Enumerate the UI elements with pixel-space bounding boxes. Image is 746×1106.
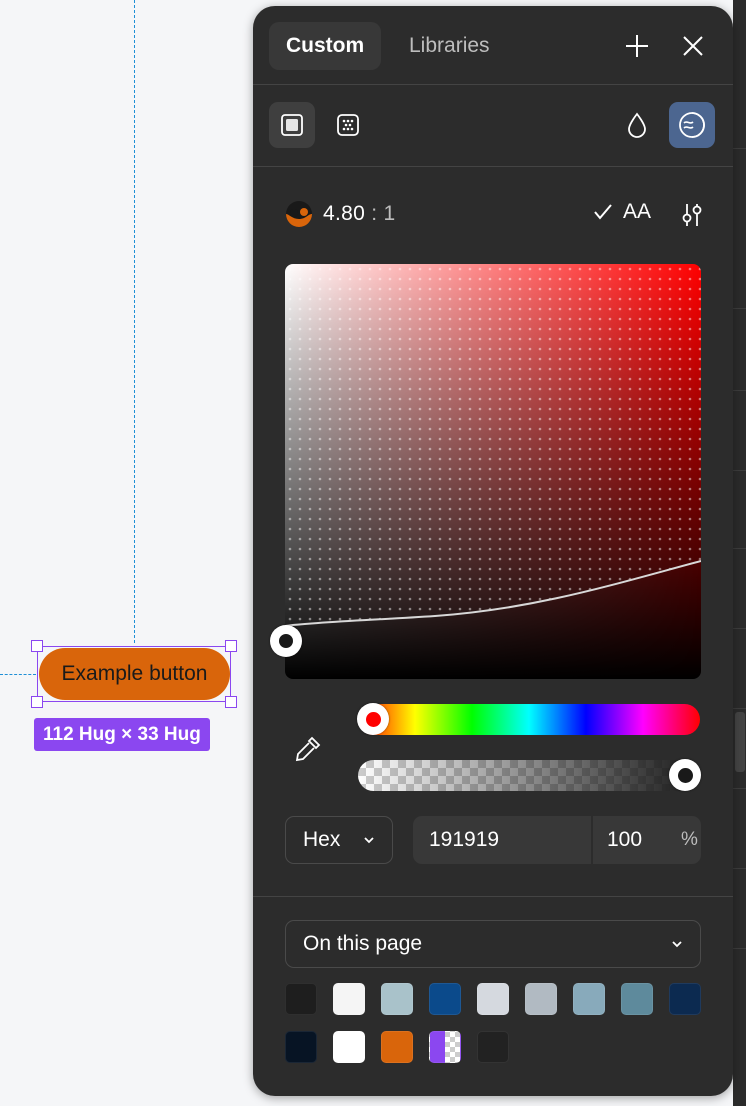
- color-mode-button[interactable]: [614, 102, 660, 148]
- color-swatch[interactable]: [477, 983, 509, 1015]
- color-swatch[interactable]: [429, 983, 461, 1015]
- resize-handle-bottom-left[interactable]: [31, 696, 43, 708]
- chevron-down-icon: [672, 941, 682, 948]
- swatch-grid: [285, 983, 715, 1063]
- color-swatch[interactable]: [573, 983, 605, 1015]
- contrast-check-button[interactable]: [669, 102, 715, 148]
- resize-handle-top-right[interactable]: [225, 640, 237, 652]
- add-style-button[interactable]: [614, 23, 660, 69]
- color-swatch[interactable]: [429, 1031, 461, 1063]
- color-swatch[interactable]: [285, 983, 317, 1015]
- vertical-guide-line: [134, 0, 135, 643]
- opacity-input[interactable]: [593, 827, 669, 853]
- selection-frame: [37, 646, 231, 702]
- check-icon: [594, 204, 612, 220]
- pattern-fill-button[interactable]: [325, 102, 371, 148]
- swatch-source-value: On this page: [303, 932, 423, 955]
- sliders-icon: [682, 204, 702, 226]
- hue-slider[interactable]: [358, 704, 700, 735]
- color-swatch[interactable]: [381, 1031, 413, 1063]
- color-swatch[interactable]: [333, 983, 365, 1015]
- close-icon: [683, 36, 703, 56]
- contrast-rating-label: AA: [623, 200, 652, 223]
- contrast-threshold-overlay: [285, 264, 701, 627]
- divider: [253, 896, 733, 897]
- resize-handle-bottom-right[interactable]: [225, 696, 237, 708]
- eyedropper-button[interactable]: [285, 726, 331, 772]
- contrast-settings-button[interactable]: [669, 192, 715, 238]
- opacity-unit: %: [681, 829, 698, 850]
- color-swatch[interactable]: [621, 983, 653, 1015]
- contrast-ratio-value: 4.80: [323, 202, 366, 225]
- chevron-down-icon: [364, 837, 374, 844]
- solid-fill-icon: [281, 114, 303, 136]
- contrast-check-icon: [679, 112, 705, 138]
- contrast-ratio-colon: :: [371, 202, 378, 225]
- swatch-source-select[interactable]: On this page: [285, 920, 701, 968]
- hex-input[interactable]: [413, 816, 591, 864]
- close-button[interactable]: [670, 23, 716, 69]
- color-format-select[interactable]: Hex: [285, 816, 393, 864]
- saturation-value-area[interactable]: [285, 264, 701, 679]
- opacity-slider-handle[interactable]: [669, 759, 701, 791]
- scrollbar-thumb[interactable]: [735, 712, 745, 772]
- solid-fill-button[interactable]: [269, 102, 315, 148]
- color-picker-panel: Custom Libraries 4.80 : 1 AA Hex 191919 …: [253, 6, 733, 1096]
- eyedropper-icon: [295, 736, 321, 762]
- right-panel-edge: [733, 0, 746, 1106]
- divider: [253, 166, 733, 167]
- contrast-ratio: 4.80 : 1: [285, 200, 395, 228]
- contrast-preview-icon: [286, 201, 312, 227]
- droplet-icon: [628, 112, 646, 138]
- opacity-input-group: %: [593, 816, 701, 864]
- image-fill-icon: [337, 114, 359, 136]
- color-swatch[interactable]: [477, 1031, 509, 1063]
- tab-custom[interactable]: Custom: [269, 22, 382, 70]
- tab-libraries[interactable]: Libraries: [392, 22, 507, 70]
- hue-slider-handle[interactable]: [357, 703, 389, 735]
- color-swatch[interactable]: [285, 1031, 317, 1063]
- color-swatch[interactable]: [381, 983, 413, 1015]
- contrast-rating[interactable]: AA: [593, 200, 651, 224]
- divider: [253, 84, 733, 85]
- resize-handle-top-left[interactable]: [31, 640, 43, 652]
- plus-icon: [626, 35, 648, 57]
- color-swatch[interactable]: [333, 1031, 365, 1063]
- color-swatch[interactable]: [525, 983, 557, 1015]
- horizontal-guide-line: [0, 674, 36, 675]
- contrast-ratio-base: 1: [383, 202, 396, 225]
- saturation-value-handle[interactable]: [270, 625, 302, 657]
- color-swatch[interactable]: [669, 983, 701, 1015]
- size-badge: 112 Hug × 33 Hug: [34, 718, 210, 751]
- color-format-value: Hex: [303, 828, 341, 851]
- opacity-slider[interactable]: [358, 760, 700, 791]
